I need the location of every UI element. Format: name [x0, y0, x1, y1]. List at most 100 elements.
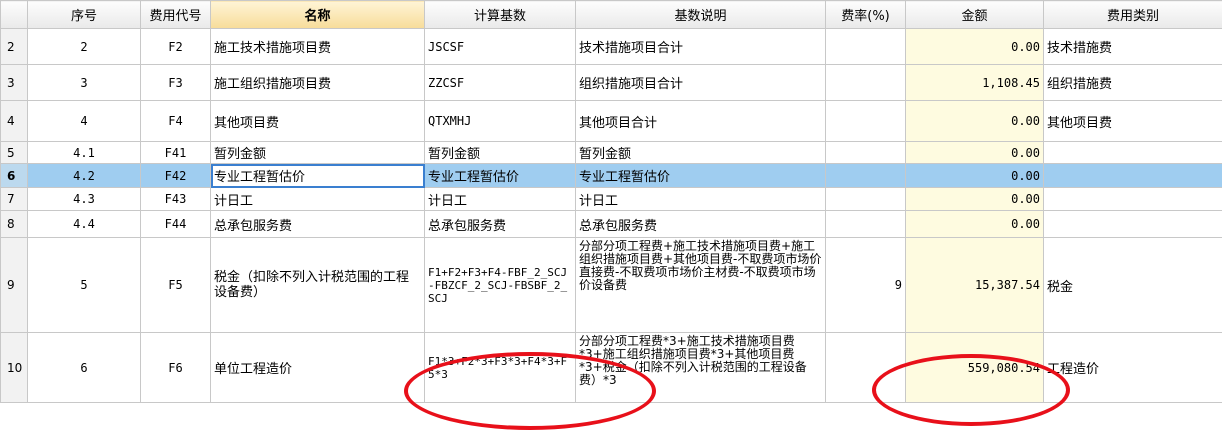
base-cell[interactable]: QTXMHJ: [425, 101, 576, 142]
code-cell[interactable]: F44: [141, 211, 211, 238]
row-number[interactable]: 9: [1, 238, 28, 333]
code-cell[interactable]: F4: [141, 101, 211, 142]
seq-cell[interactable]: 5: [28, 238, 141, 333]
header-rate[interactable]: 费率(%): [826, 1, 906, 29]
desc-cell[interactable]: 计日工: [576, 188, 826, 211]
table-row[interactable]: 2 2 F2 施工技术措施项目费 JSCSF 技术措施项目合计 0.00 技术措…: [1, 29, 1222, 65]
category-cell[interactable]: [1044, 164, 1222, 188]
header-desc[interactable]: 基数说明: [576, 1, 826, 29]
name-cell[interactable]: 计日工: [211, 188, 425, 211]
base-cell[interactable]: F1*3+F2*3+F3*3+F4*3+F5*3: [425, 333, 576, 403]
row-number[interactable]: 5: [1, 142, 28, 164]
category-cell[interactable]: [1044, 188, 1222, 211]
seq-cell[interactable]: 4: [28, 101, 141, 142]
row-number[interactable]: 3: [1, 65, 28, 101]
seq-cell[interactable]: 3: [28, 65, 141, 101]
desc-cell[interactable]: 技术措施项目合计: [576, 29, 826, 65]
rate-cell[interactable]: 9: [826, 238, 906, 333]
category-cell[interactable]: 其他项目费: [1044, 101, 1222, 142]
header-category[interactable]: 费用类别: [1044, 1, 1222, 29]
amount-cell[interactable]: 0.00: [906, 164, 1044, 188]
base-cell[interactable]: F1+F2+F3+F4-FBF_2_SCJ-FBZCF_2_SCJ-FBSBF_…: [425, 238, 576, 333]
base-cell[interactable]: 计日工: [425, 188, 576, 211]
base-cell[interactable]: 专业工程暂估价: [425, 164, 576, 188]
seq-cell[interactable]: 4.4: [28, 211, 141, 238]
seq-cell[interactable]: 4.3: [28, 188, 141, 211]
base-cell[interactable]: 总承包服务费: [425, 211, 576, 238]
name-cell[interactable]: 暂列金额: [211, 142, 425, 164]
rate-cell[interactable]: [826, 164, 906, 188]
category-cell[interactable]: 工程造价: [1044, 333, 1222, 403]
code-cell[interactable]: F5: [141, 238, 211, 333]
header-name[interactable]: 名称: [211, 1, 425, 29]
row-number[interactable]: 8: [1, 211, 28, 238]
rate-cell[interactable]: [826, 142, 906, 164]
code-cell[interactable]: F3: [141, 65, 211, 101]
row-number[interactable]: 6: [1, 164, 28, 188]
table-row[interactable]: 10 6 F6 单位工程造价 F1*3+F2*3+F3*3+F4*3+F5*3 …: [1, 333, 1222, 403]
header-corner[interactable]: [1, 1, 28, 29]
code-cell[interactable]: F41: [141, 142, 211, 164]
table-row[interactable]: 5 4.1 F41 暂列金额 暂列金额 暂列金额 0.00: [1, 142, 1222, 164]
rate-cell[interactable]: [826, 188, 906, 211]
code-cell[interactable]: F42: [141, 164, 211, 188]
name-cell[interactable]: 施工技术措施项目费: [211, 29, 425, 65]
desc-cell[interactable]: 其他项目合计: [576, 101, 826, 142]
table-row-selected[interactable]: 6 4.2 F42 专业工程暂估价 专业工程暂估价 专业工程暂估价 0.00: [1, 164, 1222, 188]
desc-cell[interactable]: 分部分项工程费*3+施工技术措施项目费*3+施工组织措施项目费*3+其他项目费*…: [576, 333, 826, 403]
header-row: 序号 费用代号 名称 计算基数 基数说明 费率(%) 金额 费用类别: [1, 1, 1222, 29]
desc-cell[interactable]: 专业工程暂估价: [576, 164, 826, 188]
name-cell[interactable]: 税金（扣除不列入计税范围的工程设备费）: [211, 238, 425, 333]
code-cell[interactable]: F2: [141, 29, 211, 65]
category-cell[interactable]: 税金: [1044, 238, 1222, 333]
name-cell[interactable]: 单位工程造价: [211, 333, 425, 403]
name-cell[interactable]: 施工组织措施项目费: [211, 65, 425, 101]
amount-cell[interactable]: 0.00: [906, 29, 1044, 65]
code-cell[interactable]: F43: [141, 188, 211, 211]
seq-cell[interactable]: 4.1: [28, 142, 141, 164]
desc-cell[interactable]: 暂列金额: [576, 142, 826, 164]
desc-cell[interactable]: 总承包服务费: [576, 211, 826, 238]
rate-cell[interactable]: [826, 101, 906, 142]
rate-cell[interactable]: [826, 333, 906, 403]
header-base[interactable]: 计算基数: [425, 1, 576, 29]
row-number[interactable]: 2: [1, 29, 28, 65]
table-row[interactable]: 9 5 F5 税金（扣除不列入计税范围的工程设备费） F1+F2+F3+F4-F…: [1, 238, 1222, 333]
category-cell[interactable]: [1044, 142, 1222, 164]
category-cell[interactable]: 组织措施费: [1044, 65, 1222, 101]
amount-cell[interactable]: 15,387.54: [906, 238, 1044, 333]
base-cell[interactable]: JSCSF: [425, 29, 576, 65]
name-cell-active[interactable]: 专业工程暂估价: [211, 164, 425, 188]
category-cell[interactable]: [1044, 211, 1222, 238]
name-cell[interactable]: 其他项目费: [211, 101, 425, 142]
amount-cell[interactable]: 0.00: [906, 101, 1044, 142]
amount-cell[interactable]: 0.00: [906, 211, 1044, 238]
table-row[interactable]: 3 3 F3 施工组织措施项目费 ZZCSF 组织措施项目合计 1,108.45…: [1, 65, 1222, 101]
seq-cell[interactable]: 2: [28, 29, 141, 65]
name-cell[interactable]: 总承包服务费: [211, 211, 425, 238]
header-seq[interactable]: 序号: [28, 1, 141, 29]
amount-cell[interactable]: 0.00: [906, 188, 1044, 211]
code-cell[interactable]: F6: [141, 333, 211, 403]
base-cell[interactable]: 暂列金额: [425, 142, 576, 164]
desc-cell[interactable]: 组织措施项目合计: [576, 65, 826, 101]
desc-cell[interactable]: 分部分项工程费+施工技术措施项目费+施工组织措施项目费+其他项目费-不取费项市场…: [576, 238, 826, 333]
table-row[interactable]: 4 4 F4 其他项目费 QTXMHJ 其他项目合计 0.00 其他项目费: [1, 101, 1222, 142]
base-cell[interactable]: ZZCSF: [425, 65, 576, 101]
seq-cell[interactable]: 6: [28, 333, 141, 403]
header-code[interactable]: 费用代号: [141, 1, 211, 29]
rate-cell[interactable]: [826, 211, 906, 238]
amount-cell[interactable]: 559,080.54: [906, 333, 1044, 403]
amount-cell[interactable]: 0.00: [906, 142, 1044, 164]
rate-cell[interactable]: [826, 29, 906, 65]
row-number[interactable]: 4: [1, 101, 28, 142]
table-row[interactable]: 7 4.3 F43 计日工 计日工 计日工 0.00: [1, 188, 1222, 211]
row-number[interactable]: 7: [1, 188, 28, 211]
amount-cell[interactable]: 1,108.45: [906, 65, 1044, 101]
table-row[interactable]: 8 4.4 F44 总承包服务费 总承包服务费 总承包服务费 0.00: [1, 211, 1222, 238]
rate-cell[interactable]: [826, 65, 906, 101]
seq-cell[interactable]: 4.2: [28, 164, 141, 188]
category-cell[interactable]: 技术措施费: [1044, 29, 1222, 65]
header-amount[interactable]: 金额: [906, 1, 1044, 29]
row-number[interactable]: 10: [1, 333, 28, 403]
